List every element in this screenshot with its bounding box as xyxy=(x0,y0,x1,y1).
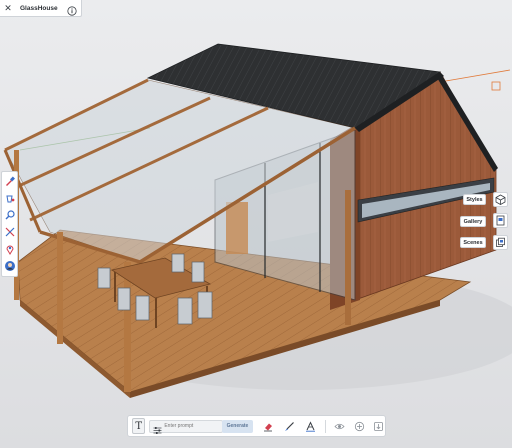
interior-door xyxy=(226,202,248,254)
close-icon[interactable]: ✕ xyxy=(2,1,14,15)
eye-icon[interactable] xyxy=(333,419,346,433)
split-tool-icon[interactable] xyxy=(3,225,16,238)
prompt-input[interactable] xyxy=(162,423,225,429)
sliders-icon[interactable] xyxy=(153,422,162,434)
gallery-label: Gallery xyxy=(463,218,483,225)
styles-label: Styles xyxy=(466,196,483,203)
search-zoom-icon[interactable] xyxy=(3,209,16,222)
scenes-label: Scenes xyxy=(463,239,483,246)
toolbar-divider xyxy=(325,419,327,433)
app-title: GlassHouse xyxy=(20,4,58,12)
scenes-panel-icon[interactable] xyxy=(493,235,508,250)
post-2 xyxy=(57,232,63,344)
title-bar: ✕ GlassHouse xyxy=(0,0,82,17)
brush-icon[interactable] xyxy=(283,419,296,433)
left-toolbar xyxy=(1,171,18,277)
scenes-stack-icon xyxy=(496,237,505,247)
prompt-field xyxy=(149,419,225,434)
gallery-button[interactable]: Gallery xyxy=(460,216,486,227)
scenes-button[interactable]: Scenes xyxy=(460,237,486,248)
bottom-toolbar: T Generate xyxy=(127,415,386,437)
styles-button[interactable]: Styles xyxy=(463,194,486,205)
generate-label: Generate xyxy=(226,423,249,429)
gallery-panel-icon[interactable] xyxy=(493,213,508,228)
avatar-icon[interactable] xyxy=(3,259,16,272)
generate-button[interactable]: Generate xyxy=(222,419,253,433)
eyedropper-icon[interactable] xyxy=(3,175,16,188)
paint-bucket-icon[interactable] xyxy=(3,192,16,205)
gallery-image-icon xyxy=(496,215,505,226)
info-icon[interactable] xyxy=(67,3,77,16)
text-style-icon[interactable] xyxy=(304,419,317,433)
styles-panel-icon[interactable] xyxy=(493,192,508,207)
text-tool-icon[interactable]: T xyxy=(132,418,146,434)
eraser-icon[interactable] xyxy=(262,419,275,433)
isometric-box-icon xyxy=(495,194,506,205)
table-leg-2 xyxy=(155,298,157,328)
location-pin-icon[interactable] xyxy=(3,242,16,255)
post-4 xyxy=(345,190,351,325)
download-icon[interactable] xyxy=(372,419,385,433)
3d-viewport[interactable] xyxy=(0,0,512,448)
add-icon[interactable] xyxy=(353,419,366,433)
table-leg-1 xyxy=(114,272,116,302)
